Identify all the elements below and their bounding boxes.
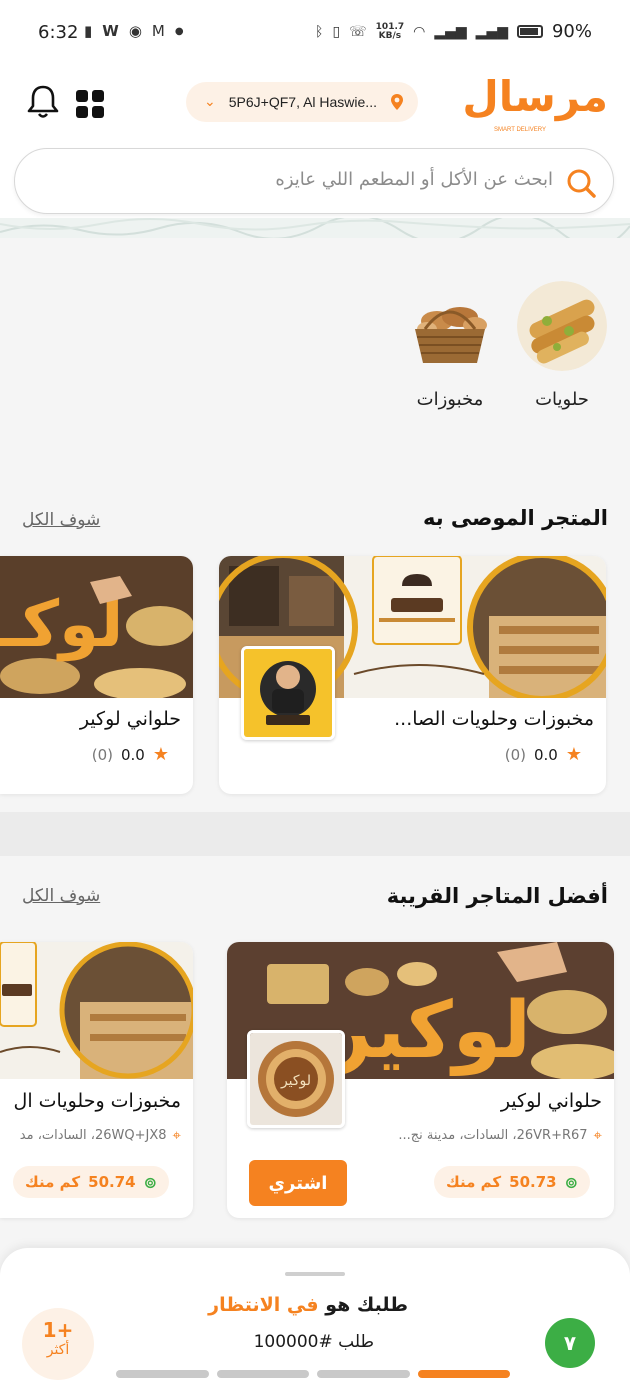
- status-bar: 6:32 ▮ W ◉ M ● ᛒ ▯ ☏ 101.7 KB/s ◠ ▂▄▆ ▂▄▆…: [0, 0, 630, 66]
- more-count: 1+: [42, 1318, 74, 1342]
- store-card[interactable]: لوكـ حلواني لوكير ★ 0.0 (0): [0, 556, 193, 794]
- address-text: 26VR+R67، السادات، مدينة نج...: [398, 1127, 588, 1143]
- recommended-see-all-link[interactable]: شوف الكل: [22, 510, 100, 530]
- progress-segment: [116, 1370, 209, 1378]
- logo-subtitle: SMART DELIVERY: [494, 127, 547, 133]
- bell-icon[interactable]: [26, 84, 60, 120]
- distance-unit: كم منك: [446, 1173, 502, 1191]
- order-status-highlight: في الانتظار: [208, 1294, 319, 1316]
- section-divider: [0, 812, 630, 856]
- sweets-image: [517, 281, 607, 371]
- search-placeholder: ابحث عن الأكل أو المطعم اللي عايزه: [275, 169, 553, 190]
- store-banner: [0, 942, 193, 1079]
- store-card[interactable]: مخبوزات وحلويات ال ⌖ 26WQ+JX8، السادات، …: [0, 942, 193, 1218]
- distance-value: 50.73: [509, 1173, 557, 1191]
- app-logo: مرسال SMART DELIVERY: [462, 72, 610, 134]
- bread-basket-image: [405, 281, 495, 371]
- store-card[interactable]: مخبوزات وحلويات الصا... ★ 0.0 (0): [219, 556, 606, 794]
- dot-icon: ●: [174, 25, 184, 37]
- app-icon: ◉: [128, 22, 142, 40]
- location-pin-icon: ⌖: [172, 1126, 181, 1144]
- progress-segment: [216, 1370, 309, 1378]
- battery-icon: [516, 25, 543, 38]
- order-number: طلب #100000: [253, 1332, 374, 1352]
- store-logo: لوكير: [247, 1030, 345, 1128]
- speed-unit: KB/s: [378, 30, 402, 41]
- categories-row: حلويات مخبوزات: [0, 238, 630, 468]
- store-name: حلواني لوكير: [500, 1090, 602, 1112]
- order-status-prefix: طلبك هو: [318, 1294, 408, 1316]
- w-app-icon: W: [102, 22, 119, 40]
- sim-icon: ▮: [84, 22, 93, 40]
- star-icon: ★: [565, 744, 582, 765]
- location-address: 5P6J+QF7, Al Haswie...: [228, 94, 377, 110]
- svg-text:لوكير: لوكير: [323, 986, 531, 1076]
- order-progress-bar: [116, 1370, 510, 1378]
- category-bakery[interactable]: مخبوزات: [400, 281, 500, 410]
- distance-icon: ⊚: [564, 1172, 578, 1192]
- search-icon: [567, 169, 596, 198]
- svg-text:لوكير: لوكير: [280, 1073, 311, 1089]
- location-pin-icon: [391, 94, 403, 110]
- progress-segment: [417, 1370, 510, 1378]
- order-status-text: طلبك هو في الانتظار: [208, 1294, 408, 1316]
- store-address: ⌖ 26VR+R67، السادات، مدينة نج...: [398, 1126, 602, 1144]
- store-address: ⌖ 26WQ+JX8، السادات، مد: [20, 1126, 181, 1144]
- wifi-icon: ◠: [413, 23, 426, 40]
- distance-pill: ⊚ 50.73 كم منك: [434, 1166, 590, 1198]
- nearby-title: أفضل المتاجر القريبة: [386, 884, 608, 908]
- decorative-pattern: [0, 218, 630, 238]
- rating-count: (0): [504, 745, 526, 764]
- call-icon: ☏: [349, 23, 367, 40]
- clock: 6:32: [38, 22, 79, 43]
- store-banner: لوكـ: [0, 556, 193, 698]
- order-status-sheet[interactable]: 1+ أكثر طلبك هو في الانتظار طلب #100000 …: [0, 1248, 630, 1400]
- store-card[interactable]: لوكير لوكير حلواني لوكير ⌖ 26VR+R67، الس…: [227, 942, 614, 1218]
- distance-icon: ⊚: [143, 1172, 157, 1192]
- search-bar[interactable]: ابحث عن الأكل أو المطعم اللي عايزه: [14, 148, 614, 214]
- more-label: أكثر: [46, 1342, 70, 1358]
- rating-count: (0): [91, 745, 113, 764]
- rating-value: 0.0: [121, 745, 145, 764]
- category-sweets[interactable]: حلويات: [512, 281, 612, 410]
- app-header: ⌄ 5P6J+QF7, Al Haswie... مرسال SMART DEL…: [0, 66, 630, 222]
- category-label: مخبوزات: [416, 389, 484, 410]
- store-name: حلواني لوكير: [79, 708, 181, 730]
- store-name: مخبوزات وحلويات ال: [13, 1090, 181, 1112]
- sheet-drag-handle[interactable]: [285, 1272, 345, 1276]
- vibrate-icon: ▯: [332, 23, 341, 40]
- store-logo: [241, 646, 335, 740]
- nearby-see-all-link[interactable]: شوف الكل: [22, 886, 100, 906]
- address-text: 26WQ+JX8، السادات، مد: [19, 1127, 167, 1143]
- rating-value: 0.0: [534, 745, 558, 764]
- recommended-title: المتجر الموصى به: [422, 506, 608, 530]
- store-name: مخبوزات وحلويات الصا...: [394, 708, 594, 730]
- network-speed: 101.7 KB/s: [376, 22, 404, 41]
- progress-segment: [317, 1370, 410, 1378]
- notification-icons: ▮ W ◉ M ●: [84, 22, 184, 40]
- bluetooth-icon: ᛒ: [315, 23, 324, 40]
- star-icon: ★: [152, 744, 169, 765]
- location-selector[interactable]: ⌄ 5P6J+QF7, Al Haswie...: [186, 82, 418, 122]
- distance-value: 50.74: [88, 1173, 136, 1191]
- buy-button[interactable]: اشتري: [249, 1160, 347, 1206]
- location-pin-icon: ⌖: [593, 1126, 602, 1144]
- gmail-icon: M: [151, 22, 165, 40]
- system-icons: ᛒ ▯ ☏ 101.7 KB/s ◠ ▂▄▆ ▂▄▆ 90%: [315, 21, 592, 42]
- distance-pill: ⊚ 50.74 كم منك: [13, 1166, 169, 1198]
- store-rating: ★ 0.0 (0): [505, 744, 582, 765]
- battery-percent: 90%: [551, 21, 592, 42]
- order-step-badge: ٧: [545, 1318, 595, 1368]
- category-label: حلويات: [535, 389, 589, 410]
- distance-unit: كم منك: [25, 1173, 81, 1191]
- more-orders-button[interactable]: 1+ أكثر: [22, 1308, 94, 1380]
- categories-grid-icon[interactable]: [76, 90, 104, 118]
- store-rating: ★ 0.0 (0): [92, 744, 169, 765]
- chevron-down-icon: ⌄: [204, 94, 216, 110]
- logo-text: مرسال: [462, 72, 610, 121]
- signal-icon-2: ▂▄▆: [475, 23, 508, 40]
- signal-icon: ▂▄▆: [434, 23, 467, 40]
